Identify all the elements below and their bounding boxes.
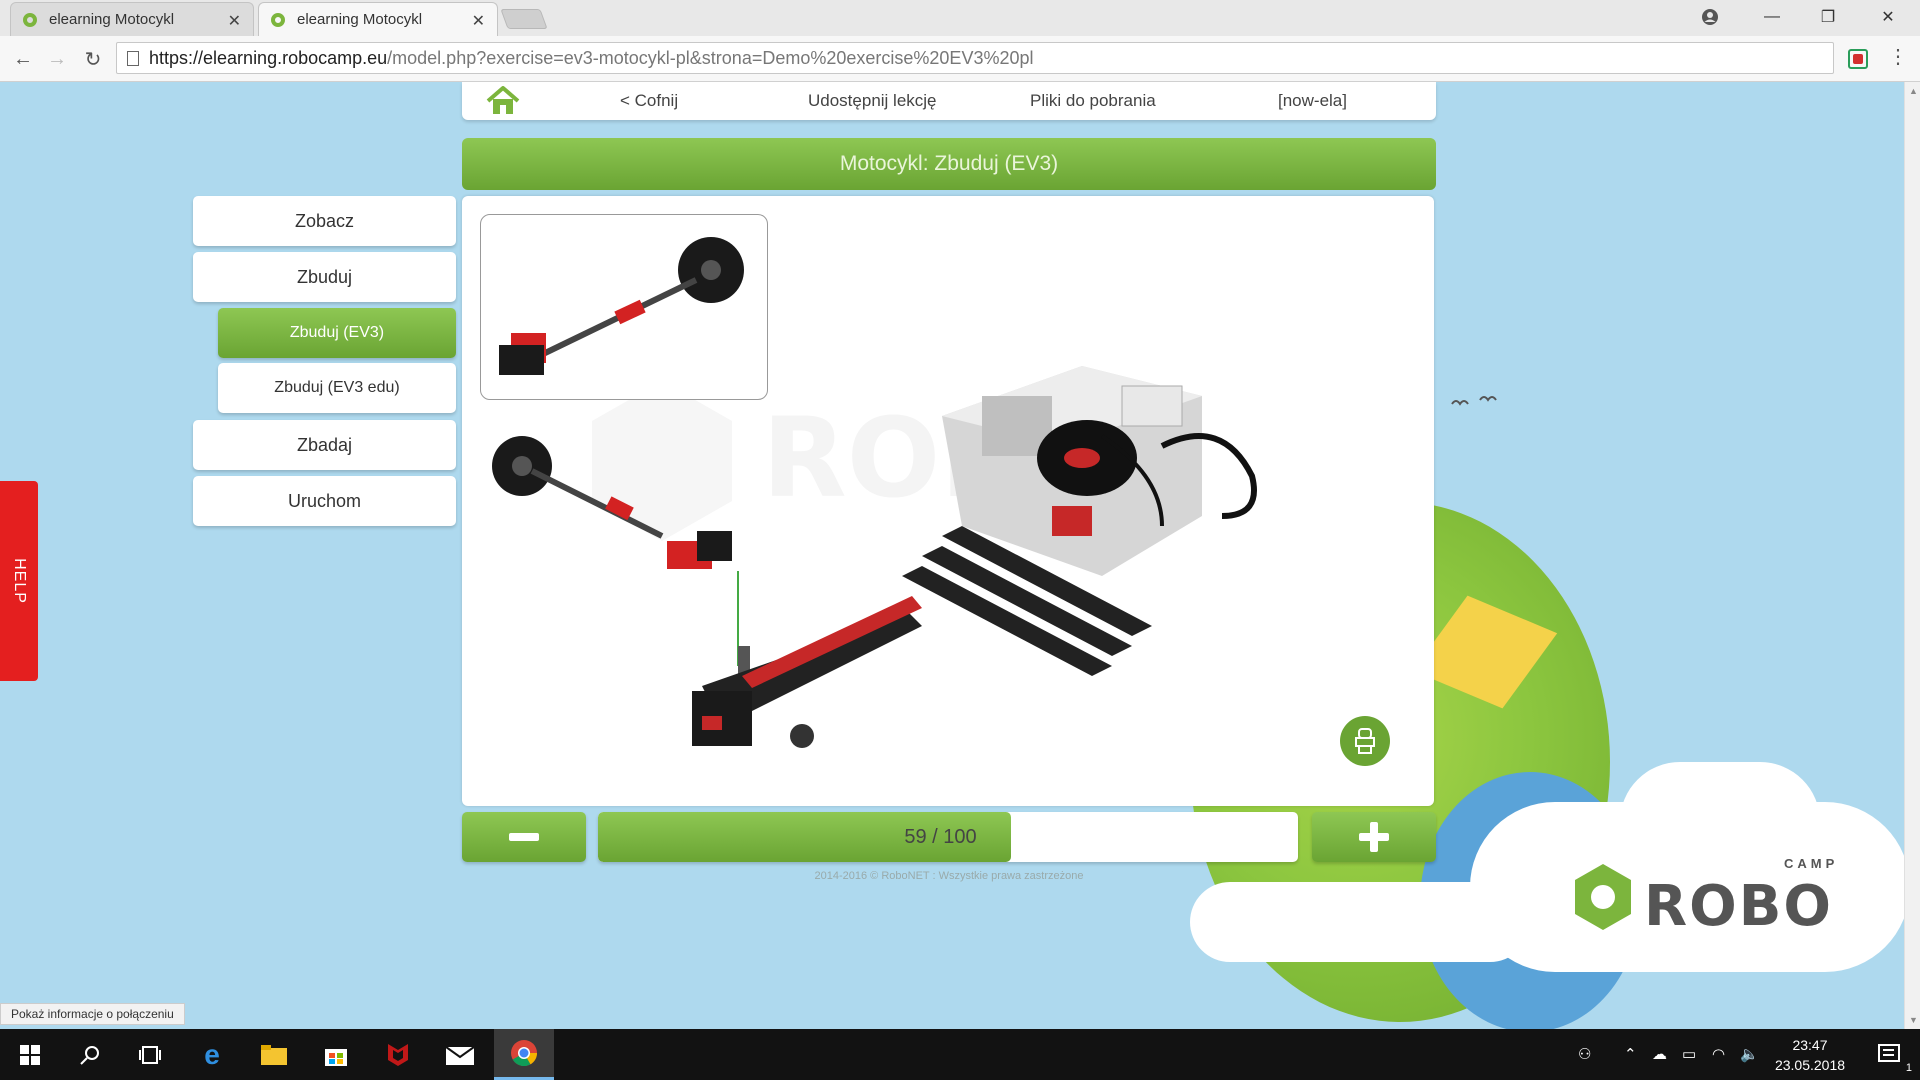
close-tab-icon[interactable]: ✕ (228, 11, 241, 31)
windows-taskbar: e ⚇ ⌃ ☁ ▭ ◠ 🔈 23:47 23.05.2018 1 (0, 1029, 1920, 1080)
new-tab-button[interactable] (500, 9, 548, 29)
windows-start-icon[interactable] (0, 1029, 60, 1080)
sidebar-item-zbadaj[interactable]: Zbadaj (193, 420, 456, 470)
step-thumbnail[interactable] (480, 214, 768, 400)
search-icon[interactable] (60, 1029, 120, 1080)
sidebar-item-zbuduj[interactable]: Zbuduj (193, 252, 456, 302)
page-title: Motocykl: Zbuduj (EV3) (462, 138, 1436, 190)
mail-icon[interactable] (430, 1029, 490, 1080)
page-scrollbar[interactable]: ▲ ▼ (1904, 82, 1920, 1029)
help-tab[interactable]: HELP (0, 481, 38, 681)
top-navbar: < Cofnij Udostępnij lekcję Pliki do pobr… (462, 82, 1436, 120)
robocamp-hexagon-icon (1575, 864, 1631, 930)
previous-step-button[interactable] (462, 812, 586, 862)
connection-info-tooltip: Pokaż informacje o połączeniu (0, 1003, 185, 1025)
file-explorer-icon[interactable] (244, 1029, 304, 1080)
sidebar-item-uruchom[interactable]: Uruchom (193, 476, 456, 526)
reload-icon[interactable]: ↻ (78, 44, 108, 74)
clock-date: 23.05.2018 (1774, 1057, 1846, 1073)
url-path: /model.php?exercise=ev3-motocykl-pl&stro… (387, 47, 1034, 68)
scroll-down-icon[interactable]: ▼ (1909, 1015, 1918, 1025)
system-clock[interactable]: 23:47 23.05.2018 (1770, 1035, 1850, 1075)
downloads-link[interactable]: Pliki do pobrania (1030, 91, 1156, 111)
action-center-icon[interactable]: 1 (1860, 1029, 1920, 1080)
next-step-button[interactable] (1312, 812, 1436, 862)
home-icon[interactable] (486, 86, 520, 116)
close-window-icon[interactable]: ✕ (1860, 0, 1916, 34)
print-button[interactable] (1340, 716, 1390, 766)
progress-text: 59 / 100 (904, 825, 977, 848)
wifi-icon[interactable]: ◠ (1712, 1045, 1725, 1063)
sidebar-item-zbuduj-ev3-edu[interactable]: Zbuduj (EV3 edu) (218, 363, 456, 413)
user-link[interactable]: [now-ela] (1278, 91, 1347, 111)
onedrive-cloud-icon[interactable]: ☁ (1652, 1045, 1667, 1063)
edge-browser-icon[interactable]: e (182, 1029, 242, 1080)
restore-icon[interactable]: ❐ (1800, 0, 1856, 34)
help-label: HELP (11, 558, 29, 604)
url-host: https://elearning.robocamp.eu (149, 47, 388, 68)
build-instructions-panel: ROBO (462, 196, 1434, 806)
minimize-icon[interactable]: — (1744, 0, 1800, 34)
back-arrow-icon[interactable]: ← (8, 44, 38, 74)
logo-robo-text: ROBO (1644, 874, 1834, 939)
tab-title: elearning Motocykl (297, 11, 423, 28)
birds-icon (1451, 396, 1497, 406)
robocamp-logo: CAMP ROBO (1572, 852, 1872, 942)
browser-tab-2[interactable]: elearning Motocykl ✕ (258, 2, 498, 36)
browser-tabstrip: elearning Motocykl ✕ elearning Motocykl … (0, 0, 1920, 36)
sidebar-item-zobacz[interactable]: Zobacz (193, 196, 456, 246)
task-view-icon[interactable] (120, 1029, 180, 1080)
step-progress-bar: 59 / 100 (598, 812, 1298, 862)
logo-camp-text: CAMP (1784, 856, 1839, 871)
notification-count: 1 (1905, 1062, 1912, 1074)
robocamp-favicon-icon (271, 12, 285, 27)
clock-time: 23:47 (1792, 1037, 1828, 1053)
axle-part-illustration (499, 237, 744, 375)
chrome-icon[interactable] (494, 1029, 554, 1080)
scroll-up-icon[interactable]: ▲ (1909, 86, 1918, 96)
minus-icon (509, 833, 539, 841)
people-icon[interactable]: ⚇ (1578, 1045, 1591, 1063)
tab-title: elearning Motocykl (49, 11, 175, 28)
menu-kebab-icon[interactable]: ⋮ (1888, 44, 1908, 69)
extension-icon[interactable] (1848, 49, 1868, 69)
show-hidden-icons-icon[interactable]: ⌃ (1624, 1045, 1637, 1063)
mcafee-icon[interactable] (368, 1029, 428, 1080)
battery-icon[interactable]: ▭ (1682, 1045, 1696, 1063)
volume-icon[interactable]: 🔈 (1740, 1045, 1759, 1063)
footer-copyright: 2014-2016 © RoboNET : Wszystkie prawa za… (814, 870, 1084, 882)
close-tab-icon[interactable]: ✕ (472, 11, 485, 31)
forward-arrow-icon[interactable]: → (42, 44, 72, 74)
back-link[interactable]: < Cofnij (620, 91, 678, 111)
address-bar[interactable]: https://elearning.robocamp.eu/model.php?… (116, 42, 1834, 74)
profile-icon[interactable] (1682, 0, 1738, 34)
plus-icon (1359, 822, 1389, 852)
page-info-icon[interactable] (127, 50, 139, 66)
browser-tab-1[interactable]: elearning Motocykl ✕ (10, 2, 254, 36)
print-icon (1355, 728, 1375, 754)
robocamp-favicon-icon (23, 12, 37, 27)
page-body: < Cofnij Udostępnij lekcję Pliki do pobr… (0, 82, 1904, 1029)
store-icon[interactable] (306, 1029, 366, 1080)
browser-toolbar: ← → ↻ https://elearning.robocamp.eu/mode… (0, 36, 1920, 82)
sidebar-item-zbuduj-ev3[interactable]: Zbuduj (EV3) (218, 308, 456, 358)
share-lesson-link[interactable]: Udostępnij lekcję (808, 91, 937, 111)
